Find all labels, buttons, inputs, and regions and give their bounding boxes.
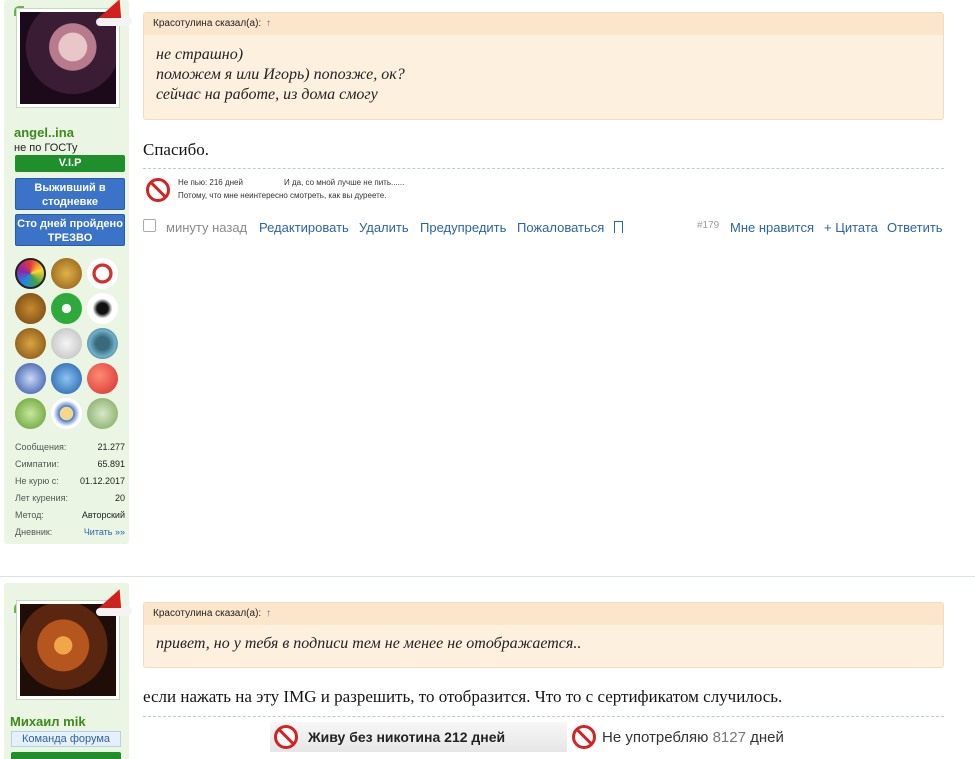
post-time[interactable]: минуту назад [166, 220, 247, 235]
message-text: если нажать на эту IMG и разрешить, то о… [143, 687, 783, 706]
hundred-days-badge: Сто дней пройдено ТРЕЗВО [15, 214, 125, 246]
trophy-first-aid-icon[interactable] [51, 293, 82, 324]
vip-badge: V.I.P [15, 155, 125, 172]
warn-link[interactable]: Предупредить [420, 220, 506, 235]
signature-drink-banner[interactable]: Не употребляю 8127 дней [568, 722, 818, 752]
username-2[interactable]: Михаил mik [10, 714, 86, 729]
report-link[interactable]: Пожаловаться [517, 220, 604, 235]
quote-header: Красотулина сказал(а): ↑ [144, 603, 943, 625]
like-link[interactable]: Мне нравится [730, 220, 814, 235]
post-180: Красотулина сказал(а): ↑ привет, но у те… [0, 576, 975, 759]
trophy-tomato-icon[interactable] [87, 363, 118, 394]
trophy-sphinx-icon[interactable] [51, 258, 82, 289]
vip-badge-2 [11, 752, 121, 759]
survivor-badge: Выживший в стодневке [15, 178, 125, 210]
user-stats: Сообщения: 21.277 Симпатии: 65.891 Не курю… [15, 440, 125, 542]
user-sidebar: angel..ina не по ГОСТу V.I.P Выживший в … [4, 0, 132, 544]
signature-divider [143, 168, 944, 169]
quote-body: не страшно) поможем я или Игорь) попозже… [156, 46, 405, 103]
stat-method: Метод: Авторский [15, 510, 125, 520]
user-title: не по ГОСТу [14, 142, 78, 154]
quote-author: Красотулина сказал(а): [153, 608, 262, 619]
post-number[interactable]: #179 [697, 220, 719, 231]
signature-line2: Потому, что мне неинтересно смотреть, ка… [178, 191, 387, 200]
trophy-grid [15, 258, 120, 429]
trophy-people-icon[interactable] [51, 363, 82, 394]
trophy-dragon-icon[interactable] [87, 258, 118, 289]
post-179: angel..ina не по ГОСТу V.I.P Выживший в … [0, 0, 975, 560]
stat-messages: Сообщения: 21.277 [15, 442, 125, 452]
trophy-bird-icon[interactable] [87, 398, 118, 429]
quote-block: Красотулина сказал(а): ↑ привет, но у те… [143, 602, 944, 668]
post-actions: минуту назад Редактировать Удалить Преду… [143, 217, 944, 237]
prohibited-icon [274, 725, 298, 749]
prohibited-icon [572, 725, 596, 749]
stat-likes: Симпатии: 65.891 [15, 459, 125, 469]
edit-link[interactable]: Редактировать [259, 220, 349, 235]
drink-days-text: Не употребляю 8127 дней [602, 728, 784, 746]
trophy-stars-icon[interactable] [15, 293, 46, 324]
team-badge: Команда форума [11, 731, 121, 747]
trophy-fairy-icon[interactable] [87, 293, 118, 324]
reply-link[interactable]: Ответить [887, 220, 943, 235]
stat-diary: Дневник: Читать »» [15, 525, 125, 542]
signature: Не пью: 216 дней И да, со мной лучше не … [146, 176, 596, 204]
stat-quit-date: Не курю с: 01.12.2017 [15, 476, 125, 486]
santa-hat-icon [96, 0, 132, 32]
signature-quote: И да, со мной лучше не пить...... [284, 178, 405, 187]
delete-link[interactable]: Удалить [359, 220, 409, 235]
trophy-wheel-icon[interactable] [87, 328, 118, 359]
select-checkbox[interactable] [143, 219, 156, 232]
quote-body: привет, но у тебя в подписи тем не менее… [156, 635, 582, 652]
trophy-snowflake-icon[interactable] [15, 363, 46, 394]
quote-jump-icon[interactable]: ↑ [266, 18, 271, 29]
trophy-chef-icon[interactable] [51, 328, 82, 359]
signature-nicotine-banner[interactable]: Живу без никотина 212 дней [270, 722, 567, 752]
trophy-plant-icon[interactable] [15, 398, 46, 429]
username[interactable]: angel..ina [14, 125, 74, 140]
quote-jump-icon[interactable]: ↑ [266, 608, 271, 619]
stat-years-smoking: Лет курения: 20 [15, 493, 125, 503]
quote-block: Красотулина сказал(а): ↑ не страшно) пом… [143, 12, 944, 120]
nicotine-days-text: Живу без никотина 212 дней [308, 729, 506, 745]
quote-header: Красотулина сказал(а): ↑ [144, 13, 943, 35]
signature-divider [143, 716, 944, 717]
santa-hat-icon [96, 584, 132, 622]
bookmark-icon[interactable] [614, 221, 623, 233]
signature-days: Не пью: 216 дней [178, 178, 243, 187]
trophy-rainbow-icon[interactable] [15, 258, 46, 289]
trophy-medal-icon[interactable] [51, 398, 82, 429]
quote-author: Красотулина сказал(а): [153, 18, 262, 29]
prohibited-icon [146, 178, 170, 202]
diary-link[interactable]: Читать »» [84, 525, 125, 542]
message-text: Спасибо. [143, 140, 210, 159]
quote-link[interactable]: + Цитата [824, 220, 878, 235]
trophy-cup-icon[interactable] [15, 328, 46, 359]
